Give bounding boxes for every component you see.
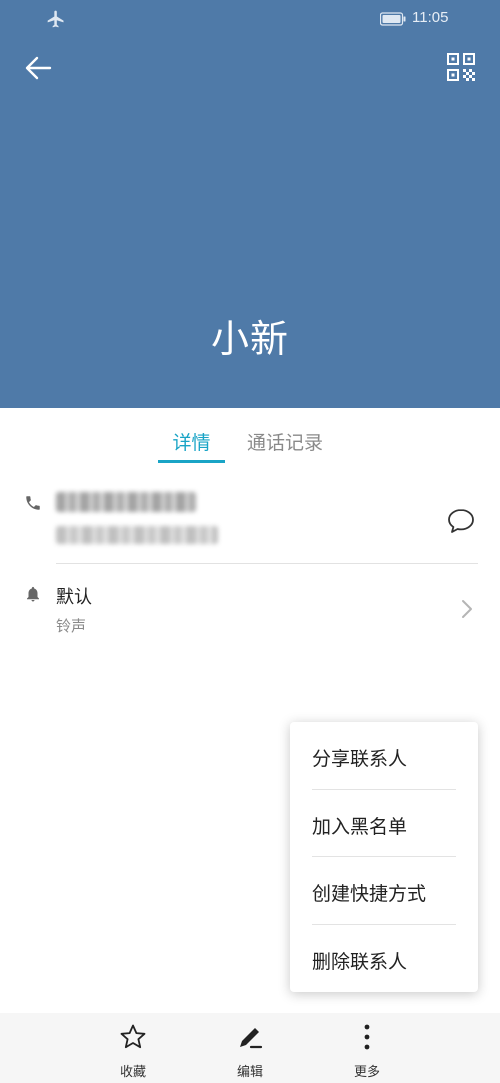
bell-icon bbox=[27, 586, 39, 602]
battery-icon bbox=[380, 12, 406, 26]
menu-divider bbox=[312, 856, 456, 857]
bottom-action-bar: 收藏 编辑 更多 bbox=[0, 1013, 500, 1083]
phone-number-row[interactable] bbox=[0, 480, 500, 564]
status-bar: 11:05 bbox=[0, 0, 500, 38]
qr-code-icon[interactable] bbox=[444, 50, 478, 84]
chevron-right-icon bbox=[462, 600, 472, 618]
menu-item-create-shortcut[interactable]: 创建快捷方式 bbox=[312, 879, 426, 906]
ringtone-value: 默认 bbox=[56, 587, 92, 608]
menu-divider bbox=[312, 924, 456, 925]
edit-button[interactable]: 编辑 bbox=[220, 1023, 280, 1080]
favorite-button[interactable]: 收藏 bbox=[103, 1023, 163, 1080]
more-options-menu: 分享联系人 加入黑名单 创建快捷方式 删除联系人 bbox=[290, 722, 478, 992]
edit-icon bbox=[240, 1028, 263, 1049]
airplane-icon bbox=[47, 10, 64, 28]
contact-header: 11:05 小新 bbox=[0, 0, 500, 408]
menu-item-delete-contact[interactable]: 删除联系人 bbox=[312, 947, 407, 974]
tab-call-log[interactable]: 通话记录 bbox=[247, 428, 323, 455]
ringtone-label: 铃声 bbox=[56, 617, 87, 635]
tab-details[interactable]: 详情 bbox=[158, 428, 225, 455]
message-icon[interactable] bbox=[446, 506, 476, 536]
redacted-phone-location bbox=[56, 526, 218, 544]
more-label: 更多 bbox=[353, 1065, 380, 1080]
edit-label: 编辑 bbox=[236, 1065, 263, 1080]
tab-bar: 详情 通话记录 bbox=[0, 408, 500, 470]
more-button[interactable]: 更多 bbox=[337, 1023, 397, 1080]
contact-name: 小新 bbox=[210, 317, 289, 361]
more-vertical-icon bbox=[364, 1024, 370, 1050]
menu-divider bbox=[312, 789, 456, 790]
status-time: 11:05 bbox=[412, 9, 449, 26]
row-divider bbox=[56, 563, 478, 564]
menu-item-share-contact[interactable]: 分享联系人 bbox=[312, 744, 407, 771]
star-icon bbox=[120, 1024, 146, 1049]
active-tab-indicator bbox=[158, 460, 225, 463]
back-arrow-icon[interactable] bbox=[20, 50, 56, 86]
menu-item-add-to-blacklist[interactable]: 加入黑名单 bbox=[312, 812, 407, 839]
redacted-phone-number bbox=[56, 492, 196, 512]
favorite-label: 收藏 bbox=[119, 1065, 146, 1080]
phone-icon bbox=[26, 496, 40, 510]
ringtone-row[interactable]: 默认 铃声 bbox=[0, 572, 500, 644]
